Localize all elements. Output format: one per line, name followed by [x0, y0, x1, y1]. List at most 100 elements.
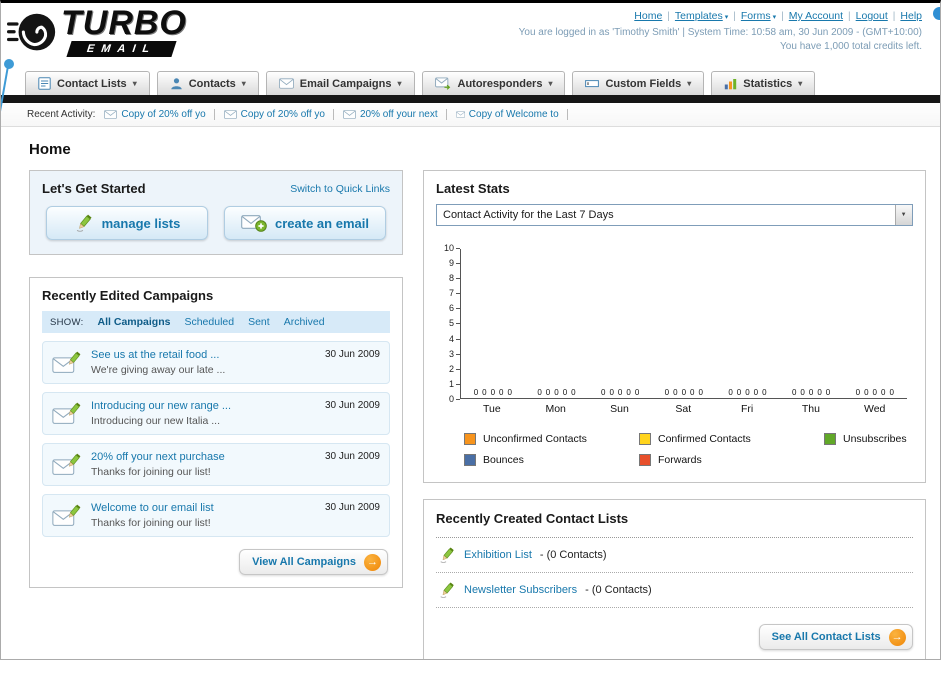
recent-campaigns-panel: Recently Edited Campaigns SHOW: All Camp…: [29, 277, 403, 588]
tab-label: Autoresponders: [457, 77, 543, 90]
nav-templates-link[interactable]: Templates ▾: [675, 10, 728, 22]
nav-label: Forms: [740, 10, 771, 22]
contact-list-link[interactable]: Newsletter Subscribers: [464, 584, 577, 596]
chevron-down-icon: ▾: [132, 79, 137, 88]
nav-label: Templates: [674, 10, 723, 22]
campaign-text: See us at the retail food ... We're givi…: [91, 349, 310, 376]
filter-all-campaigns[interactable]: All Campaigns: [98, 316, 171, 328]
campaign-row[interactable]: See us at the retail food ... We're givi…: [42, 341, 390, 384]
nav-forms-link[interactable]: Forms ▾: [741, 10, 776, 22]
arrow-right-icon: →: [888, 628, 906, 646]
pencil-icon: [74, 213, 94, 233]
email-icon: [104, 110, 117, 119]
pencil-icon: [438, 546, 456, 564]
y-axis-label: 4: [449, 334, 460, 344]
campaign-row[interactable]: Introducing our new range ... Introducin…: [42, 392, 390, 435]
tab-contact-lists[interactable]: Contact Lists ▾: [25, 71, 150, 95]
contact-list-item[interactable]: Exhibition List - (0 Contacts): [436, 538, 913, 573]
legend-label: Forwards: [658, 454, 702, 466]
nav-logout-link[interactable]: Logout: [856, 10, 888, 22]
legend-item: Confirmed Contacts: [639, 433, 824, 445]
nav-underline-bar: [1, 95, 940, 103]
bar-value-label: 0: [634, 388, 640, 397]
legend-item: Bounces: [464, 454, 639, 466]
legend-label: Unconfirmed Contacts: [483, 433, 587, 445]
separator: |: [848, 11, 851, 22]
bar-value-label: 0: [864, 388, 869, 397]
contact-lists-title: Recently Created Contact Lists: [436, 511, 629, 526]
bar-value-label: 0: [681, 388, 687, 397]
campaign-row[interactable]: Welcome to our email list Thanks for joi…: [42, 494, 390, 537]
campaign-title-link[interactable]: Welcome to our email list: [91, 502, 310, 514]
bar-value-label: 0: [617, 388, 623, 397]
bar-group: 00000: [461, 389, 525, 398]
see-all-contact-lists-button[interactable]: See All Contact Lists →: [758, 624, 913, 650]
contact-list-item[interactable]: Newsletter Subscribers - (0 Contacts): [436, 573, 913, 608]
header-right: Home | Templates ▾ | Forms ▾ | My Account | Logout…: [519, 10, 922, 52]
tab-custom-fields[interactable]: Custom Fields ▾: [572, 71, 705, 95]
tab-email-campaigns[interactable]: Email Campaigns ▾: [265, 71, 415, 95]
campaign-row[interactable]: 20% off your next purchase Thanks for jo…: [42, 443, 390, 486]
nav-help-link[interactable]: Help: [900, 10, 922, 22]
campaign-date: 30 Jun 2009: [324, 502, 380, 513]
create-email-button[interactable]: create an email: [224, 206, 386, 240]
contact-lists-icon: [38, 77, 51, 90]
campaign-text: 20% off your next purchase Thanks for jo…: [91, 451, 310, 478]
chevron-down-icon: ▾: [724, 14, 729, 21]
activity-text: Copy of 20% off yo: [121, 109, 206, 120]
filter-archived[interactable]: Archived: [284, 316, 325, 328]
tab-statistics[interactable]: Statistics ▾: [711, 71, 816, 95]
filter-scheduled[interactable]: Scheduled: [184, 316, 234, 328]
bar-value-label: 0: [537, 388, 542, 397]
nav-home-link[interactable]: Home: [634, 10, 662, 22]
chevron-down-icon: ▼: [894, 205, 912, 225]
y-axis-label: 5: [449, 319, 460, 328]
bar-value-label: 0: [808, 388, 814, 397]
bar-group: 00000: [525, 389, 589, 398]
bar-value-label: 0: [673, 388, 678, 397]
campaign-date: 30 Jun 2009: [324, 451, 380, 462]
recent-activity-item[interactable]: Copy of 20% off yo: [104, 109, 215, 120]
recent-activity-item[interactable]: Copy of 20% off yo: [224, 109, 334, 120]
y-axis-label: 8: [449, 274, 460, 283]
manage-lists-button[interactable]: manage lists: [46, 206, 208, 240]
stats-period-select[interactable]: Contact Activity for the Last 7 Days ▼: [436, 204, 913, 226]
legend-swatch: [464, 454, 476, 466]
y-axis-label: 7: [449, 289, 460, 298]
campaign-title-link[interactable]: See us at the retail food ...: [91, 349, 310, 361]
bar-value-label: 0: [562, 388, 568, 397]
x-axis-label: Wed: [863, 403, 886, 415]
bar-value-label: 0: [855, 388, 861, 397]
separator: |: [781, 11, 784, 22]
campaign-title-link[interactable]: 20% off your next purchase: [91, 451, 310, 463]
switch-quick-links-link[interactable]: Switch to Quick Links: [290, 183, 390, 195]
chevron-down-icon: ▾: [687, 79, 692, 88]
arrow-right-icon: →: [364, 553, 381, 571]
bar-value-label: 0: [872, 388, 877, 397]
tab-autoresponders[interactable]: Autoresponders ▾: [421, 71, 566, 95]
right-column: Latest Stats Contact Activity for the La…: [423, 170, 926, 659]
view-all-campaigns-button[interactable]: View All Campaigns →: [239, 549, 388, 575]
tab-label: Contacts: [188, 77, 236, 90]
tab-contacts[interactable]: Contacts ▾: [156, 71, 259, 95]
bar-value-label: 0: [745, 388, 750, 397]
select-value: Contact Activity for the Last 7 Days: [443, 209, 614, 221]
credits-info: You have 1,000 total credits left.: [780, 41, 922, 52]
button-label: View All Campaigns: [252, 556, 356, 568]
recent-activity-item[interactable]: Copy of Welcome to: [456, 109, 568, 120]
email-icon: [343, 110, 356, 119]
bar-value-label: 0: [690, 388, 695, 397]
x-axis-label: Thu: [801, 403, 820, 415]
campaign-title-link[interactable]: Introducing our new range ...: [91, 400, 310, 412]
nav-my-account-link[interactable]: My Account: [789, 10, 843, 22]
filter-sent[interactable]: Sent: [248, 316, 270, 328]
bar-value-label: 0: [482, 388, 487, 397]
recent-activity-item[interactable]: 20% off your next: [343, 109, 447, 120]
contact-list-link[interactable]: Exhibition List: [464, 549, 532, 561]
decor-blue-dot-right: [933, 7, 940, 20]
page-title: Home: [29, 141, 71, 158]
logo-email: EMAIL: [66, 41, 177, 58]
chevron-down-icon: ▾: [548, 79, 553, 88]
separator: |: [667, 11, 670, 22]
email-icon: [456, 110, 465, 119]
